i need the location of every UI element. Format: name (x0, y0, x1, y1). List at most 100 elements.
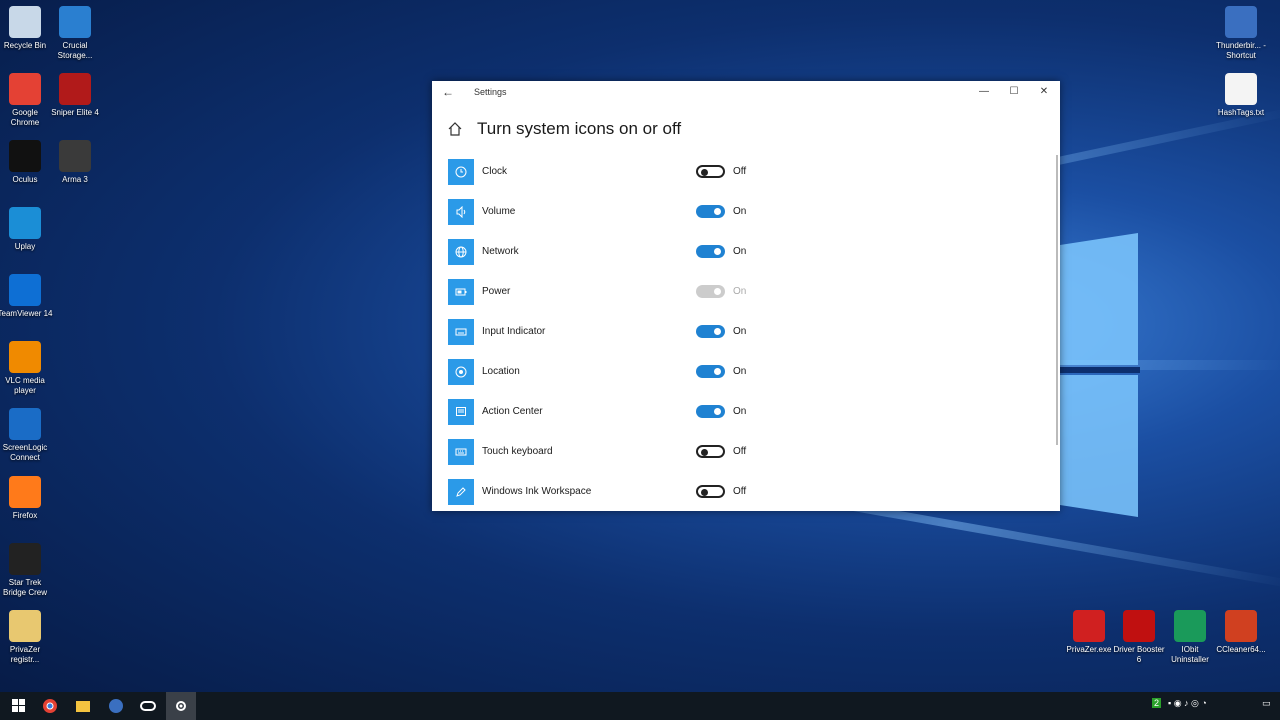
toggle-state-label: On (733, 406, 747, 417)
firefox-icon (9, 476, 41, 508)
back-arrow-icon[interactable]: ← (442, 85, 454, 99)
toggle-switch (696, 285, 725, 298)
setting-name: Touch keyboard (482, 446, 553, 457)
desktop-icon-privazer-registry[interactable]: PrivaZer registr... (0, 610, 53, 665)
desktop-icon-teamviewer[interactable]: TeamViewer 14 (0, 274, 53, 319)
desktop-icon-iobit-uninstaller[interactable]: IObit Uninstaller (1162, 610, 1218, 665)
window-title: Settings (474, 87, 507, 97)
desktop-icon-chrome[interactable]: Google Chrome (0, 73, 53, 128)
scrollbar[interactable] (1056, 155, 1058, 445)
tray-icons[interactable]: ▪ ◉ ♪ ◎ ◔ (1168, 698, 1207, 709)
toggle-switch[interactable] (696, 365, 725, 378)
uplay-icon (9, 207, 41, 239)
desktop-icon-firefox[interactable]: Firefox (0, 476, 53, 521)
desktop-icon-text-file[interactable]: HashTags.txt (1213, 73, 1269, 118)
gear-icon (176, 701, 186, 711)
setting-row-action-center: Action Center On (448, 399, 1048, 425)
desktop-icon-label: Driver Booster 6 (1113, 645, 1165, 664)
vlc-icon (9, 341, 41, 373)
setting-name: Network (482, 246, 519, 257)
toggle-state-label: On (733, 206, 747, 217)
thunderbird-icon (1225, 6, 1257, 38)
toggle-state-label: Off (733, 486, 747, 497)
start-icon[interactable] (8, 696, 30, 716)
chrome-icon (9, 73, 41, 105)
toggle-knob (714, 408, 721, 415)
setting-name: Volume (482, 206, 516, 217)
desktop-icon-star-trek[interactable]: Star Trek Bridge Crew (0, 543, 53, 598)
desktop-icon-label: PrivaZer.exe (1066, 645, 1112, 654)
setting-name: Windows Ink Workspace (482, 486, 592, 497)
ccleaner-icon (1225, 610, 1257, 642)
toggle-switch[interactable] (696, 485, 725, 498)
setting-row-power: Power On (448, 279, 1048, 305)
settings-window: ← Settings — ☐ ✕ Turn system icons on or… (432, 81, 1060, 511)
desktop-icon-sniper-elite[interactable]: Sniper Elite 4 (47, 73, 103, 118)
network-icon (448, 239, 474, 265)
home-icon[interactable] (448, 122, 462, 136)
desktop-icon-privazer[interactable]: PrivaZer.exe (1061, 610, 1117, 655)
desktop-icon-label: Google Chrome (10, 108, 40, 127)
toggle-knob (714, 328, 721, 335)
toggle-knob (714, 288, 721, 295)
driver-booster-icon (1123, 610, 1155, 642)
desktop-icon-label: Sniper Elite 4 (51, 108, 99, 117)
settings-taskbar-button[interactable] (166, 692, 196, 720)
desktop-icon-ccleaner[interactable]: CCleaner64... (1213, 610, 1269, 655)
desktop-icon-label: IObit Uninstaller (1171, 645, 1209, 664)
setting-row-windows-ink-workspace: Windows Ink Workspace Off (448, 479, 1048, 505)
maximize-button[interactable]: ☐ (1000, 84, 1028, 100)
tray-badge[interactable]: 2 (1152, 698, 1162, 708)
close-button[interactable]: ✕ (1030, 84, 1058, 100)
setting-row-input-indicator: Input Indicator On (448, 319, 1048, 345)
page-title: Turn system icons on or off (477, 119, 682, 138)
toggle-state-label: On (733, 286, 747, 297)
clock-icon (448, 159, 474, 185)
toggle-switch[interactable] (696, 405, 725, 418)
desktop-icon-label: Uplay (14, 242, 36, 251)
desktop-icon-label: TeamViewer 14 (0, 309, 53, 318)
chrome-taskbar-icon[interactable] (39, 696, 61, 716)
desktop-icon-thunderbird[interactable]: Thunderbir... - Shortcut (1213, 6, 1269, 61)
thunderbird-taskbar-icon[interactable] (105, 696, 127, 716)
sniper-elite-icon (59, 73, 91, 105)
desktop-icon-label: Recycle Bin (3, 41, 47, 50)
toggle-state-label: On (733, 366, 747, 377)
setting-row-clock: Clock Off (448, 159, 1048, 185)
settings-titlebar: ← Settings — ☐ ✕ (432, 81, 1060, 103)
desktop-icon-oculus[interactable]: Oculus (0, 140, 53, 185)
toggle-switch[interactable] (696, 445, 725, 458)
oculus-taskbar-icon[interactable] (137, 696, 159, 716)
desktop-icon-screenlogic[interactable]: ScreenLogic Connect (0, 408, 53, 463)
desktop-icon-arma3[interactable]: Arma 3 (47, 140, 103, 185)
setting-name: Input Indicator (482, 326, 546, 337)
desktop-icon-label: Oculus (12, 175, 38, 184)
toggle-knob (714, 208, 721, 215)
volume-icon (448, 199, 474, 225)
setting-name: Action Center (482, 406, 543, 417)
setting-name: Power (482, 286, 511, 297)
crucial-storage-icon (59, 6, 91, 38)
toggle-switch[interactable] (696, 205, 725, 218)
desktop-icon-label: Firefox (12, 511, 38, 520)
desktop-icon-recycle-bin[interactable]: Recycle Bin (0, 6, 53, 51)
recycle-bin-icon (9, 6, 41, 38)
desktop-icon-uplay[interactable]: Uplay (0, 207, 53, 252)
toggle-switch[interactable] (696, 165, 725, 178)
desktop-icon-crucial-storage[interactable]: Crucial Storage... (47, 6, 103, 61)
setting-name: Location (482, 366, 520, 377)
file-explorer-icon[interactable] (72, 696, 94, 716)
toggle-state-label: On (733, 246, 747, 257)
toggle-switch[interactable] (696, 245, 725, 258)
desktop-icon-vlc[interactable]: VLC media player (0, 341, 53, 396)
setting-row-network: Network On (448, 239, 1048, 265)
windows-logo-light (1060, 233, 1140, 517)
toggle-knob (714, 248, 721, 255)
toggle-state-label: Off (733, 446, 747, 457)
minimize-button[interactable]: — (970, 84, 998, 100)
desktop-icon-driver-booster[interactable]: Driver Booster 6 (1111, 610, 1167, 665)
notification-icon[interactable]: ▭ (1262, 698, 1271, 709)
desktop-icon-label: CCleaner64... (1216, 645, 1266, 654)
text-file-icon (1225, 73, 1257, 105)
toggle-switch[interactable] (696, 325, 725, 338)
